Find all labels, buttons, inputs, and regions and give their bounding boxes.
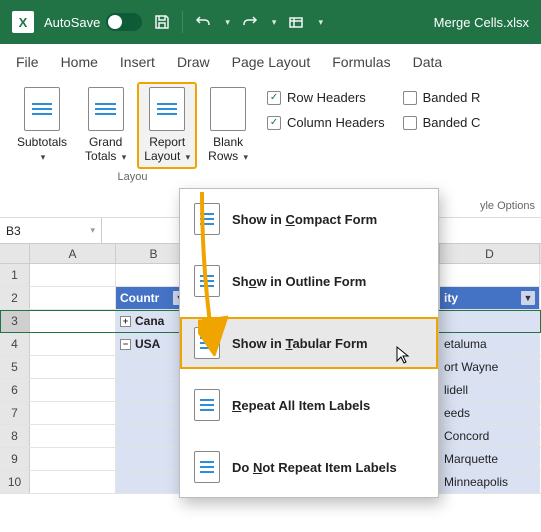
expand-icon[interactable]: +: [120, 316, 131, 327]
chevron-down-icon[interactable]: ▾: [225, 17, 230, 28]
banded-cols-check[interactable]: Banded C: [403, 115, 481, 130]
menu-no-repeat-labels[interactable]: Do Not Repeat Item Labels: [180, 441, 438, 493]
collapse-icon[interactable]: −: [120, 339, 131, 350]
menu-page-layout[interactable]: Page Layout: [232, 54, 311, 70]
name-box[interactable]: B3▾: [0, 218, 102, 243]
subtotals-button[interactable]: Subtotals▾: [10, 82, 74, 169]
menu-show-compact[interactable]: Show in Compact Form: [180, 193, 438, 245]
filename-label: Merge Cells.xlsx: [434, 15, 529, 30]
ribbon-group-label: yle Options: [480, 200, 535, 212]
row-header[interactable]: 2: [0, 287, 30, 309]
excel-icon: X: [12, 11, 34, 33]
autosave-toggle[interactable]: AutoSave On: [44, 13, 142, 31]
row-headers-check[interactable]: ✓Row Headers: [267, 90, 366, 105]
undo-icon[interactable]: [193, 12, 213, 32]
row-header[interactable]: 10: [0, 471, 30, 493]
ribbon-group-label: Layou: [118, 171, 148, 183]
menu-formulas[interactable]: Formulas: [332, 54, 390, 70]
row-header[interactable]: 1: [0, 264, 30, 286]
menu-show-tabular[interactable]: Show in Tabular Form: [180, 317, 438, 369]
grand-totals-button[interactable]: GrandTotals ▾: [78, 82, 133, 169]
menu-draw[interactable]: Draw: [177, 54, 210, 70]
menu-data[interactable]: Data: [413, 54, 443, 70]
blank-rows-button[interactable]: BlankRows ▾: [201, 82, 255, 169]
row-header[interactable]: 5: [0, 356, 30, 378]
save-icon[interactable]: [152, 12, 172, 32]
qat-item-icon[interactable]: [286, 12, 306, 32]
redo-icon[interactable]: [240, 12, 260, 32]
select-all-corner[interactable]: [0, 244, 30, 263]
banded-rows-check[interactable]: Banded R: [403, 90, 481, 105]
menu-bar: File Home Insert Draw Page Layout Formul…: [0, 44, 541, 76]
row-header[interactable]: 8: [0, 425, 30, 447]
title-bar: X AutoSave On ▾ ▾ ▾ Merge Cells.xlsx: [0, 0, 541, 44]
col-header-d[interactable]: D: [440, 244, 540, 263]
col-header-a[interactable]: A: [30, 244, 116, 263]
menu-home[interactable]: Home: [61, 54, 98, 70]
menu-insert[interactable]: Insert: [120, 54, 155, 70]
chevron-down-icon[interactable]: ▾: [272, 17, 277, 28]
menu-file[interactable]: File: [16, 54, 39, 70]
row-header[interactable]: 6: [0, 379, 30, 401]
chevron-down-icon[interactable]: ▾: [318, 17, 323, 28]
row-header[interactable]: 3: [0, 310, 30, 332]
menu-show-outline[interactable]: Show in Outline Form: [180, 255, 438, 307]
report-layout-button[interactable]: ReportLayout ▾: [137, 82, 197, 169]
menu-repeat-labels[interactable]: Repeat All Item Labels: [180, 379, 438, 431]
pivot-field-city[interactable]: ity▼: [440, 287, 540, 309]
row-header[interactable]: 7: [0, 402, 30, 424]
row-header[interactable]: 4: [0, 333, 30, 355]
report-layout-menu: Show in Compact Form Show in Outline For…: [179, 188, 439, 498]
row-header[interactable]: 9: [0, 448, 30, 470]
column-headers-check[interactable]: ✓Column Headers: [267, 115, 385, 130]
